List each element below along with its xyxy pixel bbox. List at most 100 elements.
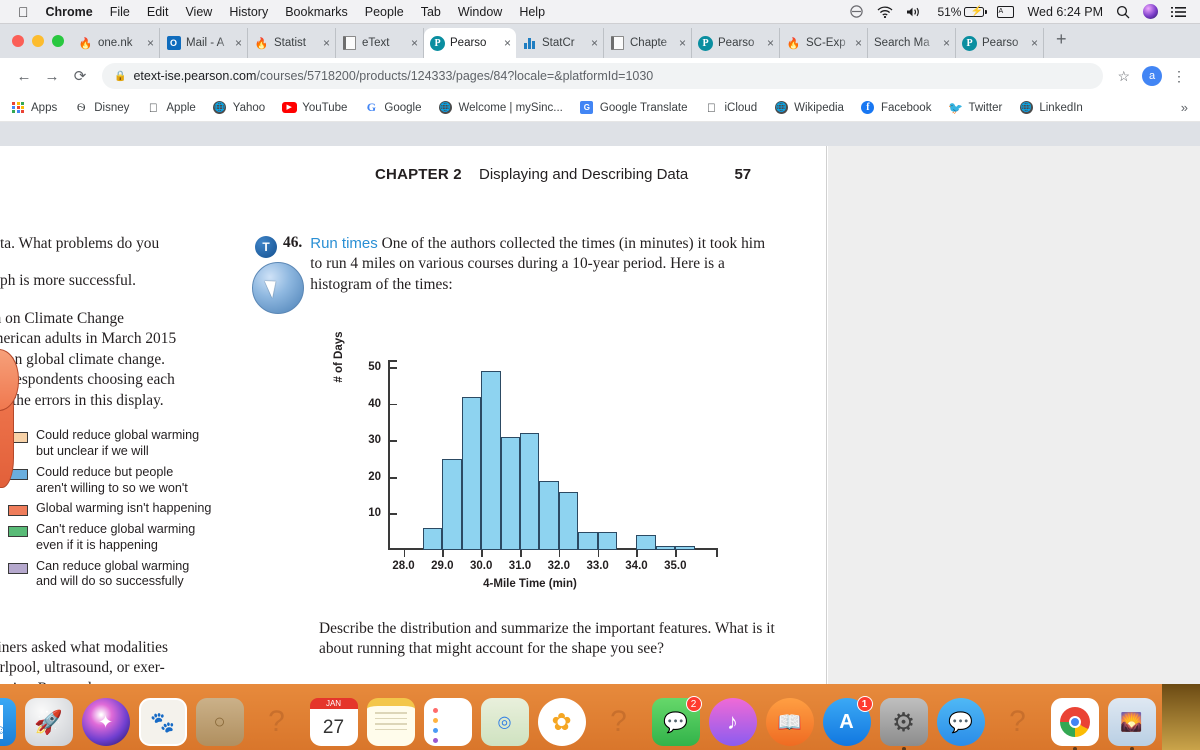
bookmark-mysincloud[interactable]: 🌐 Welcome | mySinc... xyxy=(438,101,563,114)
menu-item-window[interactable]: Window xyxy=(458,5,502,19)
menu-item-chrome[interactable]: Chrome xyxy=(46,5,93,19)
chrome-menu-button[interactable]: ⋮ xyxy=(1168,68,1190,85)
problem-body: One of the authors collected the times (… xyxy=(310,235,766,293)
forward-button[interactable]: → xyxy=(38,68,66,85)
bookmark-apps[interactable]: Apps xyxy=(10,102,57,114)
bookmark-google[interactable]: G Google xyxy=(363,100,422,115)
battery-status[interactable]: 51% ⚡ xyxy=(937,5,987,19)
keyboard-input-icon[interactable]: A xyxy=(997,5,1015,18)
browser-tab-pearson-2[interactable]: P Pearso × xyxy=(692,28,780,58)
y-tick-label: 30 xyxy=(368,434,381,447)
preview-icon[interactable]: 🌄 xyxy=(1107,698,1156,750)
browser-tab-pearson-active[interactable]: P Pearso × xyxy=(424,28,516,58)
wifi-icon[interactable] xyxy=(877,5,893,18)
bookmark-disney[interactable]: Ѳ Disney xyxy=(73,100,130,115)
menu-item-help[interactable]: Help xyxy=(519,5,545,19)
close-tab-icon[interactable]: × xyxy=(940,36,953,50)
browser-tab-search-ma[interactable]: Search Ma × xyxy=(868,28,956,58)
notes-icon[interactable] xyxy=(366,698,415,746)
photos-icon[interactable]: ✿ xyxy=(537,698,586,746)
app-store-badge: 1 xyxy=(856,696,873,712)
close-tab-icon[interactable]: × xyxy=(1028,36,1041,50)
menubar-clock[interactable]: Wed 6:24 PM xyxy=(1027,5,1103,19)
ibooks-icon[interactable]: 📖 xyxy=(765,698,814,746)
browser-tab-statist[interactable]: 🔥 Statist × xyxy=(248,28,336,58)
browser-tab-statcrunch[interactable]: StatCr × xyxy=(516,28,604,58)
close-tab-icon[interactable]: × xyxy=(320,36,333,50)
zoom-window-button[interactable] xyxy=(52,35,64,47)
close-tab-icon[interactable]: × xyxy=(764,36,777,50)
legend-item: Could reduce global warming but unclear … xyxy=(8,428,247,459)
close-window-button[interactable] xyxy=(12,35,24,47)
screen-share-icon[interactable] xyxy=(849,5,864,18)
siri-icon[interactable]: ✦ xyxy=(81,698,130,746)
statcrunch-icon xyxy=(522,36,537,51)
bookmark-linkedin[interactable]: 🌐 LinkedIn xyxy=(1018,101,1083,114)
profile-avatar[interactable]: a xyxy=(1142,66,1162,86)
technology-badge: T xyxy=(255,236,277,258)
contacts-icon[interactable]: ○ xyxy=(195,698,244,746)
back-button[interactable]: ← xyxy=(10,68,38,85)
maps-icon[interactable]: ◎ xyxy=(480,698,529,746)
new-tab-button[interactable]: + xyxy=(1044,29,1077,54)
bookmark-wikipedia[interactable]: 🌐 Wikipedia xyxy=(773,101,844,114)
unknown-app-icon[interactable]: ? xyxy=(253,698,301,746)
battery-charging-icon: ⚡ xyxy=(964,6,987,17)
messages-icon[interactable]: 💬 2 xyxy=(651,696,702,746)
itunes-icon[interactable]: ♪ xyxy=(708,698,757,746)
close-tab-icon[interactable]: × xyxy=(501,36,514,50)
app-store-icon[interactable]: A1 xyxy=(822,696,873,746)
reminders-icon[interactable] xyxy=(423,698,472,746)
launchpad-icon[interactable]: 🚀 xyxy=(24,698,73,746)
apple-logo-icon[interactable]:  xyxy=(18,4,29,20)
close-tab-icon[interactable]: × xyxy=(408,36,421,50)
bookmark-apple[interactable]:  Apple xyxy=(145,101,196,115)
menu-item-bookmarks[interactable]: Bookmarks xyxy=(285,5,348,19)
spotlight-search-icon[interactable] xyxy=(1116,5,1130,19)
browser-tab-etext[interactable]: eText × xyxy=(336,28,424,58)
bookmark-twitter[interactable]: 🐦 Twitter xyxy=(947,101,1002,115)
close-tab-icon[interactable]: × xyxy=(676,36,689,50)
unknown-app-icon[interactable]: ? xyxy=(994,698,1042,746)
close-tab-icon[interactable]: × xyxy=(232,36,245,50)
menu-item-view[interactable]: View xyxy=(185,5,212,19)
menu-item-people[interactable]: People xyxy=(365,5,404,19)
minimize-window-button[interactable] xyxy=(32,35,44,47)
menu-item-history[interactable]: History xyxy=(229,5,268,19)
bookmarks-overflow-icon[interactable]: » xyxy=(1181,100,1190,115)
bookmark-facebook[interactable]: f Facebook xyxy=(860,101,932,114)
menu-item-file[interactable]: File xyxy=(110,5,130,19)
finder-icon[interactable]: ☺ xyxy=(0,698,16,746)
menu-item-tab[interactable]: Tab xyxy=(421,5,441,19)
reload-button[interactable]: ⟳ xyxy=(66,67,94,85)
browser-tab-mail[interactable]: O Mail - A × xyxy=(160,28,248,58)
bookmark-icloud[interactable]:  iCloud xyxy=(703,101,757,115)
bookmark-youtube[interactable]: ▶ YouTube xyxy=(281,102,347,114)
browser-tab-one-nk[interactable]: 🔥 one.nk × xyxy=(72,28,160,58)
legend-item: Can reduce global warming and will do so… xyxy=(8,559,247,590)
menu-item-edit[interactable]: Edit xyxy=(147,5,169,19)
bookmark-star-icon[interactable]: ☆ xyxy=(1111,68,1136,85)
browser-tab-chapter[interactable]: Chapte × xyxy=(604,28,692,58)
volume-icon[interactable] xyxy=(906,6,924,18)
siri-icon[interactable] xyxy=(1143,4,1158,19)
chrome-icon[interactable] xyxy=(1050,698,1099,750)
calendar-icon[interactable]: JAN 27 xyxy=(309,698,358,746)
x-axis-end-tick xyxy=(716,549,718,557)
close-tab-icon[interactable]: × xyxy=(588,36,601,50)
system-preferences-icon[interactable]: ⚙ xyxy=(879,698,928,750)
tab-label: one.nk xyxy=(98,37,133,49)
bookmark-label: Facebook xyxy=(880,101,932,114)
close-tab-icon[interactable]: × xyxy=(144,36,157,50)
bookmark-yahoo[interactable]: 🌐 Yahoo xyxy=(212,101,265,114)
browser-tab-sc-exp[interactable]: 🔥 SC-Exp × xyxy=(780,28,868,58)
close-tab-icon[interactable]: × xyxy=(852,36,865,50)
unknown-app-icon[interactable]: ? xyxy=(595,698,643,746)
facetime-icon[interactable]: 💬 xyxy=(936,698,985,746)
legend-label: Can reduce global warming and will do so… xyxy=(36,558,190,589)
address-bar[interactable]: 🔒 etext-ise.pearson.com /courses/5718200… xyxy=(102,63,1104,89)
bookmark-google-translate[interactable]: G Google Translate xyxy=(579,101,687,114)
notification-center-icon[interactable] xyxy=(1171,6,1186,18)
browser-tab-pearson-3[interactable]: P Pearso × xyxy=(956,28,1044,58)
mail-icon[interactable]: 🐾 xyxy=(138,698,187,746)
